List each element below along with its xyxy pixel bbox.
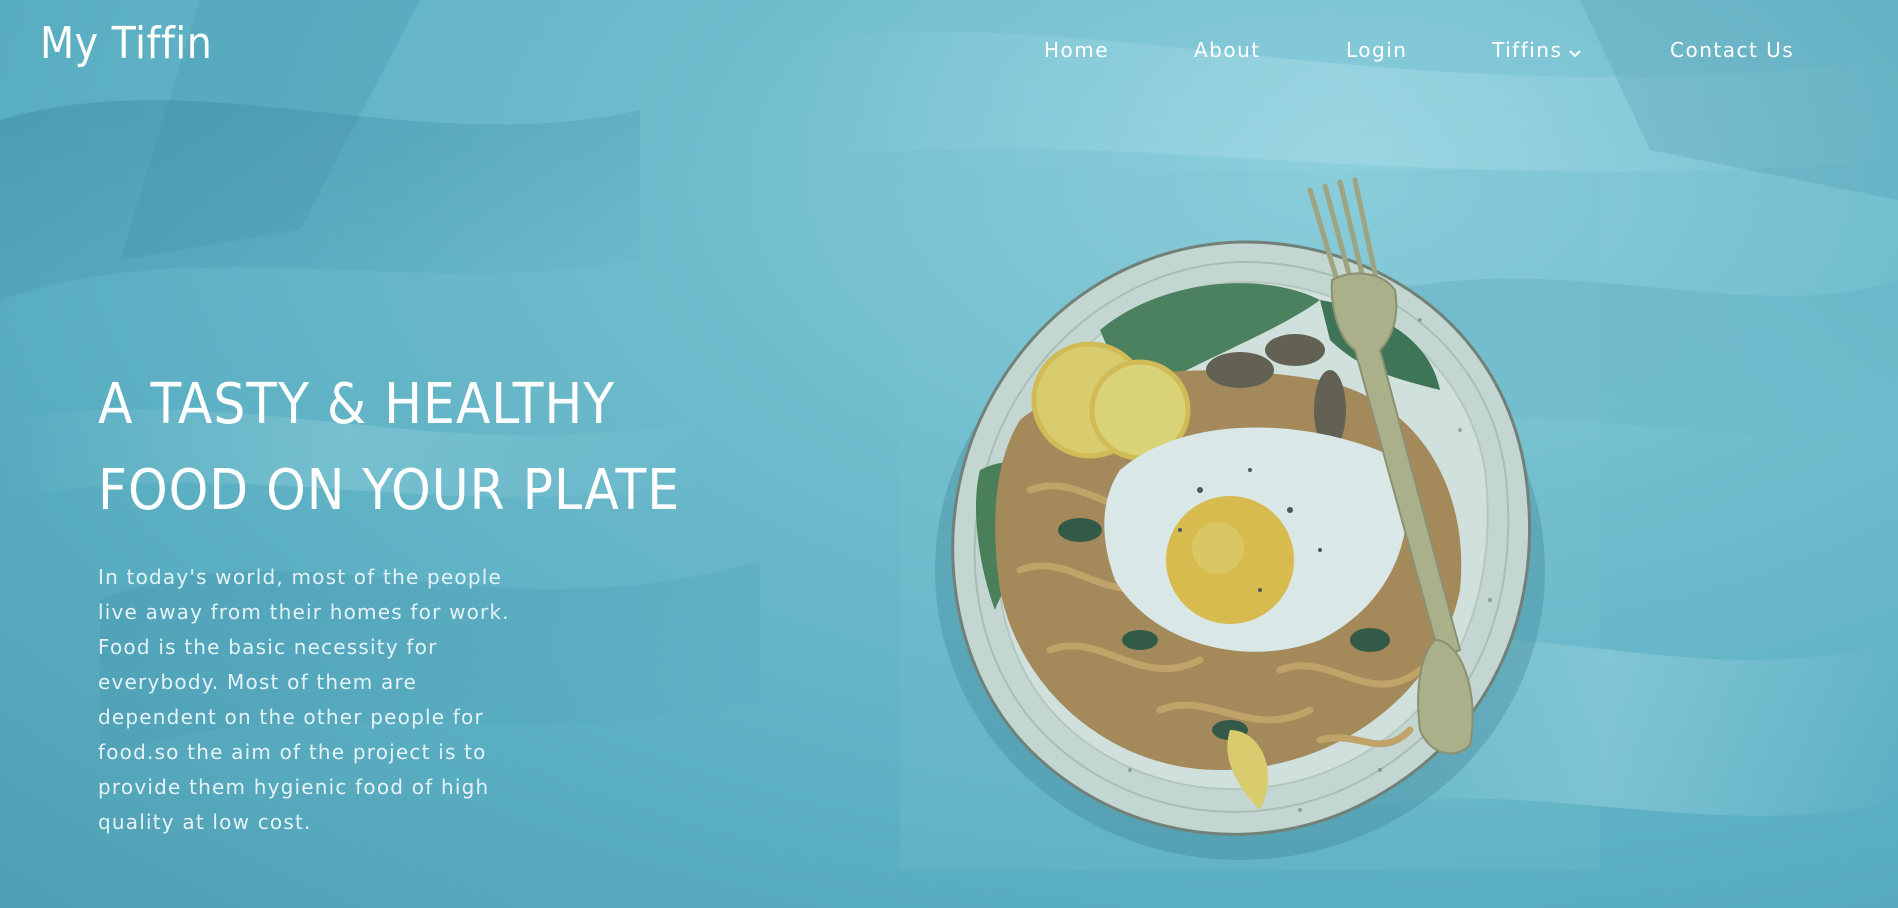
chevron-down-icon bbox=[1568, 40, 1582, 64]
nav-item-home[interactable]: Home bbox=[1044, 38, 1109, 62]
hero-title-line-1: A TASTY & HEALTHY bbox=[98, 372, 616, 437]
page: My Tiffin Home About Login Tiffins Conta… bbox=[0, 0, 1898, 908]
main-nav: Home About Login Tiffins Contact Us bbox=[0, 38, 1898, 68]
nav-item-contact-us[interactable]: Contact Us bbox=[1670, 38, 1794, 62]
hero-description: In today's world, most of the people liv… bbox=[98, 565, 510, 834]
nav-item-tiffins-label: Tiffins bbox=[1492, 38, 1563, 62]
food-plate-illustration bbox=[900, 170, 1600, 870]
nav-item-login[interactable]: Login bbox=[1346, 38, 1407, 62]
top-navigation-bar: My Tiffin Home About Login Tiffins Conta… bbox=[0, 0, 1898, 100]
nav-item-about[interactable]: About bbox=[1194, 38, 1261, 62]
hero-title-line-2: FOOD ON YOUR PLATE bbox=[98, 458, 681, 523]
food-plate-image bbox=[900, 170, 1600, 870]
nav-item-tiffins[interactable]: Tiffins bbox=[1492, 38, 1582, 64]
hero-title: A TASTY & HEALTHY FOOD ON YOUR PLATE bbox=[98, 362, 698, 534]
